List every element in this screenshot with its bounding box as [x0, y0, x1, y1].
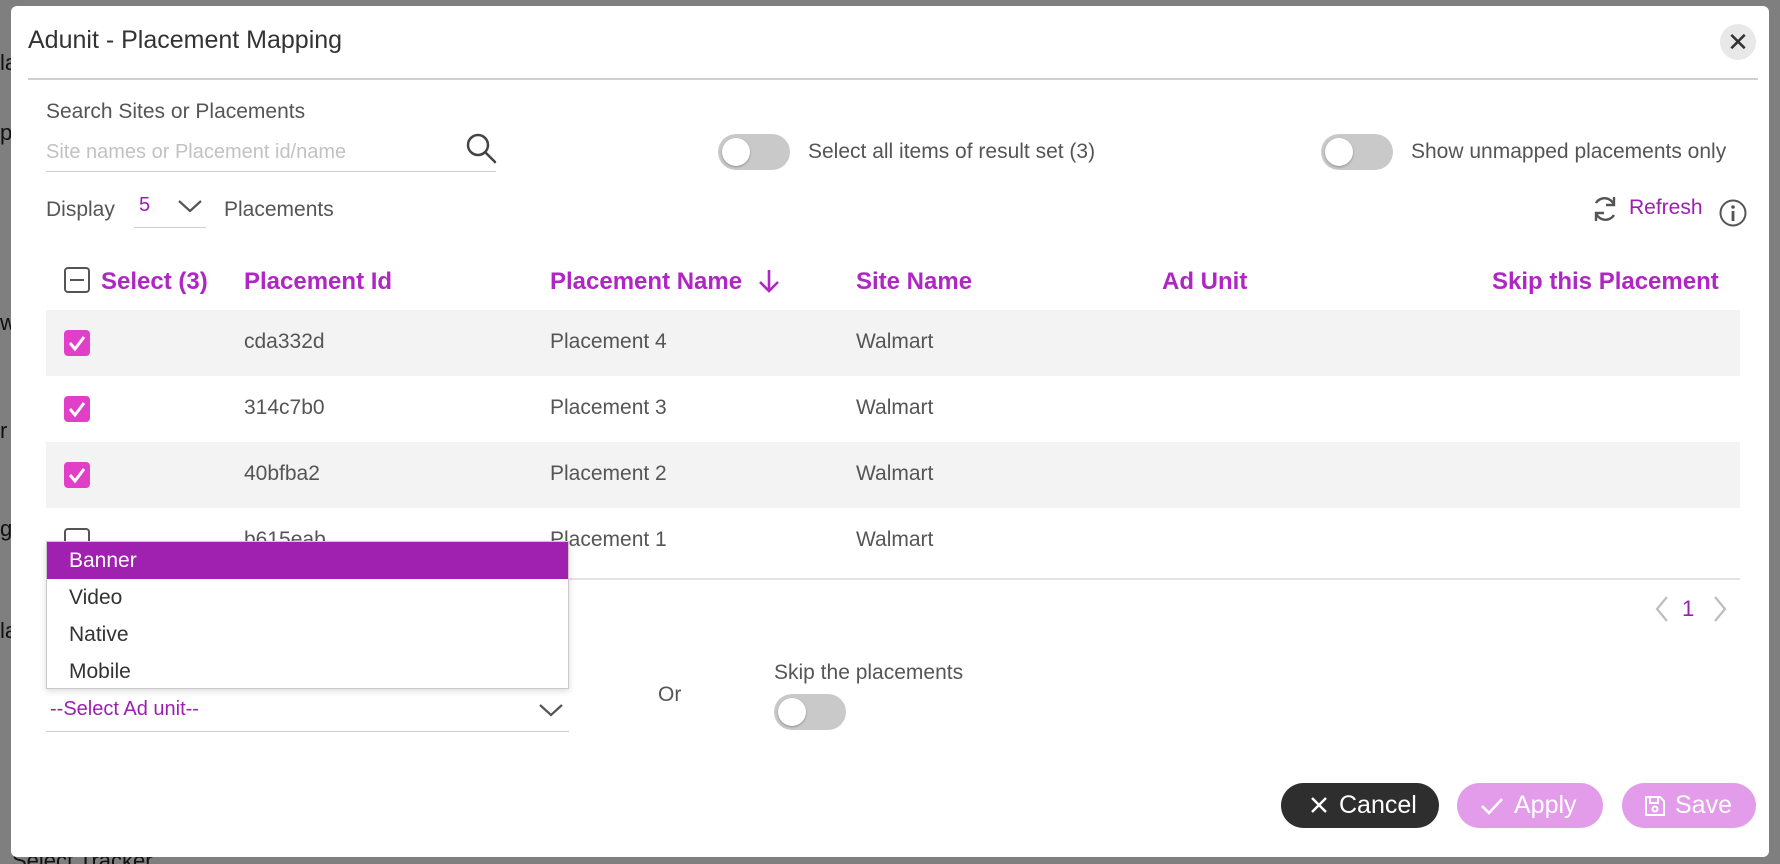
dropdown-option-video[interactable]: Video: [47, 579, 568, 616]
close-icon: [1311, 797, 1327, 813]
unmapped-only-toggle[interactable]: [1321, 134, 1393, 170]
check-icon: [1481, 798, 1503, 815]
header-skip[interactable]: Skip this Placement: [1492, 268, 1719, 296]
header-site-name[interactable]: Site Name: [856, 268, 972, 296]
cell-site-name: Walmart: [856, 462, 934, 485]
modal-title: Adunit - Placement Mapping: [28, 26, 343, 54]
chevron-right-icon[interactable]: [1711, 594, 1729, 624]
header-placement-name[interactable]: Placement Name: [550, 268, 742, 296]
table-row[interactable]: 40bfba2 Placement 2 Walmart: [46, 442, 1740, 508]
chevron-down-icon: [178, 200, 202, 213]
header-ad-unit[interactable]: Ad Unit: [1162, 268, 1247, 296]
cell-site-name: Walmart: [856, 528, 934, 551]
close-button[interactable]: ✕: [1720, 24, 1756, 60]
select-all-toggle[interactable]: [718, 134, 790, 170]
or-label: Or: [658, 683, 682, 706]
row-checkbox[interactable]: [64, 462, 90, 488]
floppy-disk-icon: [1645, 796, 1665, 816]
save-label: Save: [1675, 791, 1732, 819]
dropdown-option-native[interactable]: Native: [47, 616, 568, 653]
toggle-knob: [722, 138, 750, 166]
header-select: Select (3): [101, 268, 208, 295]
row-checkbox[interactable]: [64, 330, 90, 356]
dropdown-option-banner[interactable]: Banner: [47, 542, 568, 579]
adunit-placeholder: --Select Ad unit--: [50, 698, 199, 720]
adunit-select[interactable]: --Select Ad unit--: [46, 692, 569, 732]
display-count-value: 5: [139, 194, 151, 216]
save-button[interactable]: Save: [1622, 783, 1756, 828]
skip-placements-label: Skip the placements: [774, 661, 964, 684]
skip-placements-toggle[interactable]: [774, 694, 846, 730]
cell-placement-name: Placement 3: [550, 396, 667, 419]
sort-down-icon[interactable]: [757, 268, 781, 294]
display-count-select[interactable]: 5: [134, 194, 206, 228]
info-icon[interactable]: [1718, 198, 1748, 228]
toggle-knob: [778, 698, 806, 726]
refresh-button[interactable]: Refresh: [1629, 196, 1703, 220]
refresh-icon[interactable]: [1590, 194, 1620, 224]
cell-placement-id: cda332d: [244, 330, 325, 353]
chevron-down-icon: [539, 704, 563, 717]
select-all-checkbox[interactable]: [64, 267, 90, 293]
check-icon: [68, 402, 86, 418]
apply-label: Apply: [1514, 791, 1577, 819]
check-icon: [68, 336, 86, 352]
divider: [28, 78, 1758, 80]
close-icon: ✕: [1727, 27, 1749, 57]
select-all-label: Select all items of result set (3): [808, 140, 1096, 163]
chevron-left-icon[interactable]: [1653, 594, 1671, 624]
table-row[interactable]: cda332d Placement 4 Walmart: [46, 310, 1740, 376]
display-label: Display: [46, 198, 115, 221]
cancel-button[interactable]: Cancel: [1281, 783, 1439, 828]
row-checkbox[interactable]: [64, 396, 90, 422]
check-icon: [68, 468, 86, 484]
unmapped-only-label: Show unmapped placements only: [1411, 140, 1727, 163]
dropdown-option-mobile[interactable]: Mobile: [47, 653, 568, 690]
cell-site-name: Walmart: [856, 330, 934, 353]
search-icon[interactable]: [464, 131, 498, 165]
toggle-knob: [1325, 138, 1353, 166]
search-input[interactable]: [46, 134, 496, 172]
cell-placement-name: Placement 2: [550, 462, 667, 485]
indeterminate-mark: [70, 279, 84, 281]
header-placement-id[interactable]: Placement Id: [244, 268, 392, 296]
placement-mapping-modal: Adunit - Placement Mapping ✕ Search Site…: [11, 6, 1769, 857]
apply-button[interactable]: Apply: [1457, 783, 1603, 828]
cell-site-name: Walmart: [856, 396, 934, 419]
cell-placement-name: Placement 4: [550, 330, 667, 353]
adunit-dropdown-menu: Banner Video Native Mobile: [46, 541, 569, 689]
search-label: Search Sites or Placements: [46, 100, 306, 123]
cancel-label: Cancel: [1339, 791, 1417, 819]
page-number[interactable]: 1: [1682, 596, 1694, 622]
table-row[interactable]: 314c7b0 Placement 3 Walmart: [46, 376, 1740, 442]
cell-placement-id: 314c7b0: [244, 396, 325, 419]
display-suffix: Placements: [224, 198, 334, 221]
cell-placement-id: 40bfba2: [244, 462, 320, 485]
